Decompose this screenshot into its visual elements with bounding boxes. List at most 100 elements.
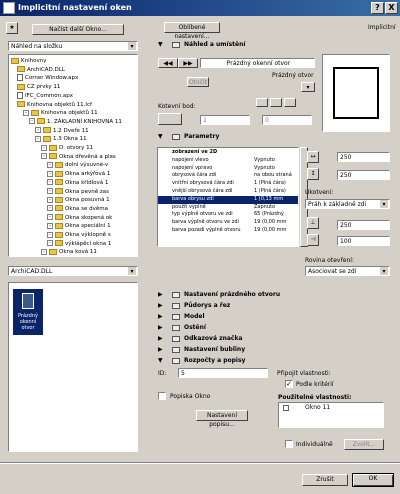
library-filter-select[interactable]: Náhled na složku [8,41,138,51]
section-listing[interactable]: ▼ Rozpočty a popisy [150,356,396,366]
tree-item[interactable]: - 1.2 Dveře 11 [35,127,89,135]
anchor-center-button[interactable] [270,98,282,107]
tree-item[interactable]: - dolní výsuvné-v [47,161,108,169]
tree-item[interactable]: IFC_Common.apx [17,91,73,100]
expand-icon[interactable]: - [47,179,53,186]
property-item[interactable]: Okno 11 [305,404,330,411]
angle-field[interactable]: 0 [262,115,312,125]
expand-icon[interactable]: - [41,144,47,151]
close-button[interactable]: X [385,2,398,14]
library-tree[interactable]: Knihovny ArchiCAD.DLL Corner Window.apx CZ … [8,54,138,257]
object-name-field[interactable]: Prázdný okenní otvor [200,58,315,68]
width-field[interactable]: 250 [337,152,390,162]
parameter-value[interactable]: 65 (Prázdný [254,211,284,219]
id-field[interactable]: 5 [178,368,268,378]
tree-item[interactable]: - Okna výklopně s [47,231,111,239]
tree-item[interactable]: - Okna pevně zas [47,188,109,196]
tree-item[interactable]: - 1.3 Okna 11 [35,135,87,143]
parameter-value[interactable]: 1 (Plná čára) [254,180,286,188]
expand-icon[interactable]: - [29,118,35,125]
tree-item[interactable]: - Knihovna objektů 11 [23,109,98,117]
expand-icon[interactable]: - [35,127,41,134]
expand-icon[interactable]: - [47,222,53,229]
parameter-row[interactable]: barva výplně otvoru ve zdi 19 (0,00 mm [158,219,298,227]
expand-icon[interactable]: - [41,248,47,255]
section-parameters-header[interactable]: ▼ Parametry [150,132,396,142]
expand-icon[interactable]: - [47,161,53,168]
anchoring-select[interactable]: Práh k základně zdi [305,199,390,209]
expand-icon[interactable]: - [47,214,53,221]
parameter-value[interactable]: 1 (Plná čára) [254,188,286,196]
section-empty-opening[interactable]: ▶ Nastavení prázdného otvoru [150,290,396,300]
tree-item[interactable]: - Okna speciální 1 [47,222,111,230]
height-field[interactable]: 250 [337,170,390,180]
tree-item[interactable]: Corner Window.apx [17,74,78,82]
section-model[interactable]: ▶ Model [150,312,396,322]
prev-button[interactable]: ◀◀ [158,58,178,68]
anchor-right-button[interactable] [284,98,296,107]
depth-field[interactable]: 100 [337,236,390,246]
preview-mode-button[interactable]: ▾ [301,82,315,92]
object-preview-list[interactable]: Prázdný okenní otvor [8,282,138,452]
parameter-row[interactable]: zobrazení ve 2D [158,149,298,157]
expand-icon[interactable]: - [47,231,53,238]
favorites-button[interactable]: Oblíbené nastavení... [164,22,220,40]
parameter-row[interactable]: barva pozadí výplně otvoru 19 (0,00 mm [158,227,298,235]
parameter-value[interactable]: 19 (0,00 mm [254,227,286,235]
section-bubble[interactable]: ▶ Nastavení bubliny [150,345,396,355]
section-preview-header[interactable]: ▼ Náhled a umístění [150,40,396,50]
tree-item[interactable]: - 1. ZÁKLADNÍ KNIHOVNA 11 [29,118,122,126]
by-criteria-checkbox[interactable]: ✓ [285,380,293,388]
anchor-left-button[interactable] [256,98,268,107]
individual-checkbox[interactable] [285,440,293,448]
used-properties-list[interactable]: Okno 11 [278,402,384,428]
label-checkbox[interactable] [158,392,166,400]
anchor-value-field[interactable]: 1 [200,115,250,125]
parameters-table[interactable]: zobrazení ve 2D napojení vlevo Vypnuto napo… [157,147,299,247]
section-marker[interactable]: ▶ Odkazová značka [150,334,396,344]
library-select[interactable]: ArchiCAD.DLL [8,266,138,276]
opening-plane-select[interactable]: Asociovat se zdí [305,266,390,276]
tree-item[interactable]: - Okna posuvná 1 [47,196,110,204]
section-plan-section[interactable]: ▶ Půdorys a řez [150,301,396,311]
label-settings-button[interactable]: Nastavení popisu... [196,410,248,428]
expand-icon[interactable]: - [23,109,29,116]
tree-item[interactable]: - Okna ková 11 [41,248,97,256]
parameter-row[interactable]: napojení vlevo Vypnuto [158,157,298,165]
tree-item[interactable]: - D. otvory 11 [41,144,93,152]
rotate-button[interactable]: Otočit [187,77,209,87]
sill-height-field[interactable]: 250 [337,220,390,230]
tree-item[interactable]: - Okna se dvěma [47,205,108,213]
tree-item[interactable]: - výklápěcí okna 1 [47,240,111,248]
preview-item[interactable]: Prázdný okenní otvor [13,289,43,335]
parameter-row[interactable]: vnější obrysová čára zdi 1 (Plná čára) [158,188,298,196]
tree-item[interactable]: CZ prvky 11 [17,83,60,91]
cancel-button[interactable]: Zrušit [302,474,348,486]
tree-item[interactable]: - Okna skopená ok [47,214,112,222]
parameter-value[interactable]: 1 (0,13 mm [254,196,283,204]
parameter-value[interactable]: 19 (0,00 mm [254,219,286,227]
tree-item[interactable]: - Okna dřevěná a plas [41,153,116,161]
parameter-value[interactable]: Vypnuto [254,157,275,165]
expand-icon[interactable]: - [47,170,53,177]
tree-item[interactable]: - Okna křídlová 1 [47,179,108,187]
ok-button[interactable]: OK [352,473,394,487]
help-button[interactable]: ? [371,2,384,14]
expand-icon[interactable]: - [47,196,53,203]
tree-item[interactable]: ArchiCAD.DLL [17,66,65,74]
section-reveal[interactable]: ▶ Ostění [150,323,396,333]
expand-icon[interactable]: - [47,240,53,247]
expand-icon[interactable]: - [47,205,53,212]
expand-icon[interactable]: - [41,153,47,160]
tree-item[interactable]: - Okna arkýřová 1 [47,170,110,178]
expand-icon[interactable]: - [47,188,53,194]
choose-button[interactable]: Zvolit... [344,439,384,450]
tree-item[interactable]: Knihovna objektů 11.lcf [17,101,92,109]
parameter-row[interactable]: vnitřní obrysová čára zdi 1 (Plná čára) [158,180,298,188]
next-button[interactable]: ▶▶ [178,58,198,68]
parameter-row[interactable]: barva obrysu zdi 1 (0,13 mm [158,195,298,204]
tree-item[interactable]: Knihovny [11,57,46,65]
favorites-star-icon[interactable]: ★ [6,22,18,34]
anchor-side-button[interactable] [158,113,182,125]
expand-icon[interactable]: - [35,135,41,142]
